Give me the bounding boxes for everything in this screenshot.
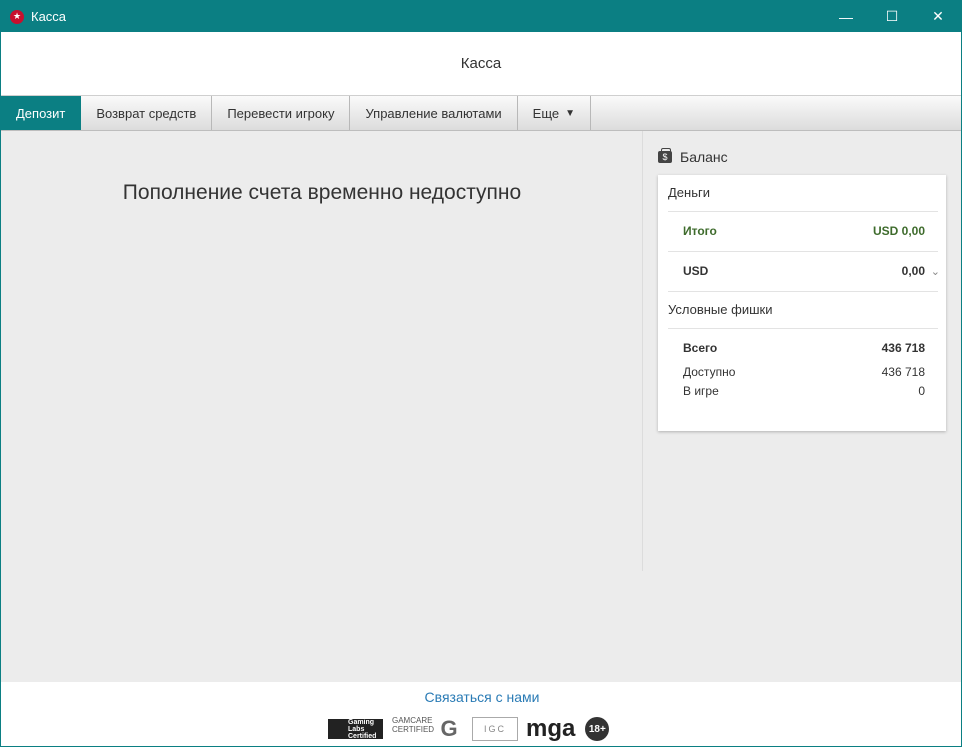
chips-available-label: Доступно: [683, 365, 736, 379]
chips-available-value: 436 718: [881, 365, 925, 379]
chips-available-row: Доступно 436 718: [683, 365, 925, 379]
pokerstars-logo-icon: ★: [10, 9, 24, 24]
age-18-logo[interactable]: 18+: [585, 717, 610, 741]
divider: [668, 328, 938, 329]
divider: [668, 211, 938, 212]
page-header: Касса: [1, 32, 961, 95]
chips-total-label: Всего: [683, 341, 718, 355]
tab-currency-management[interactable]: Управление валютами: [350, 96, 518, 130]
window-controls: — ☐ ✕: [823, 1, 961, 32]
panel-divider: [642, 131, 643, 571]
tab-transfer[interactable]: Перевести игроку: [212, 96, 351, 130]
tab-withdrawal[interactable]: Возврат средств: [81, 96, 213, 130]
minimize-button[interactable]: —: [823, 1, 869, 32]
tab-deposit[interactable]: Депозит: [1, 96, 82, 130]
gamcare-logo[interactable]: G: [434, 714, 464, 744]
close-button[interactable]: ✕: [915, 1, 961, 32]
usd-row[interactable]: USD 0,00: [683, 264, 925, 278]
unavailable-message: Пополнение счета временно недоступно: [122, 181, 522, 204]
wallet-icon: $: [658, 148, 672, 163]
money-section-title: Деньги: [668, 185, 710, 200]
balance-card: Деньги Итого USD 0,00 USD 0,00 ⌄ Условны…: [658, 175, 946, 431]
tab-label: Возврат средств: [96, 105, 197, 121]
usd-label: USD: [683, 264, 709, 278]
chips-in-game-label: В игре: [683, 384, 719, 398]
igc-logo[interactable]: IGC: [472, 717, 518, 741]
chips-total-value: 436 718: [881, 341, 925, 355]
chips-in-game-row: В игре 0: [683, 384, 925, 398]
footer: Связаться с нами Gaming Labs Certified G…: [1, 682, 961, 746]
balance-header: $ Баланс: [658, 147, 728, 167]
tab-label: Депозит: [16, 105, 66, 121]
cashier-window: ★ Касса — ☐ ✕ Касса Депозит Возврат сред…: [0, 0, 962, 747]
money-total-row: Итого USD 0,00: [683, 224, 925, 238]
window-title: Касса: [31, 9, 67, 24]
caret-down-icon: ▼: [565, 107, 576, 119]
usd-value: 0,00: [901, 264, 925, 278]
mga-logo[interactable]: mga: [526, 715, 575, 743]
balance-title: Баланс: [680, 149, 728, 165]
certification-logos: Gaming Labs Certified GAMCARE CERTIFIED …: [328, 714, 610, 744]
divider: [668, 251, 938, 252]
chevron-down-icon[interactable]: ⌄: [931, 265, 940, 278]
title-bar: ★ Касса — ☐ ✕: [1, 1, 961, 32]
gamcare-certified-logo[interactable]: GAMCARE CERTIFIED: [392, 716, 434, 742]
gli-logo[interactable]: Gaming Labs Certified: [328, 719, 383, 740]
tab-label: Управление валютами: [365, 105, 502, 121]
maximize-button[interactable]: ☐: [869, 1, 915, 32]
tab-bar: Депозит Возврат средств Перевести игроку…: [1, 95, 961, 131]
tab-label: Перевести игроку: [227, 105, 335, 121]
money-total-value: USD 0,00: [872, 224, 925, 238]
chips-section-title: Условные фишки: [668, 302, 773, 317]
tab-more[interactable]: Еще ▼: [518, 96, 592, 130]
tab-label: Еще: [532, 105, 560, 121]
money-total-label: Итого: [683, 224, 717, 238]
chips-in-game-value: 0: [918, 384, 925, 398]
page-title: Касса: [460, 55, 502, 72]
chips-total-row: Всего 436 718: [683, 341, 925, 355]
divider: [668, 291, 938, 292]
contact-us-link[interactable]: Связаться с нами: [1, 689, 961, 705]
